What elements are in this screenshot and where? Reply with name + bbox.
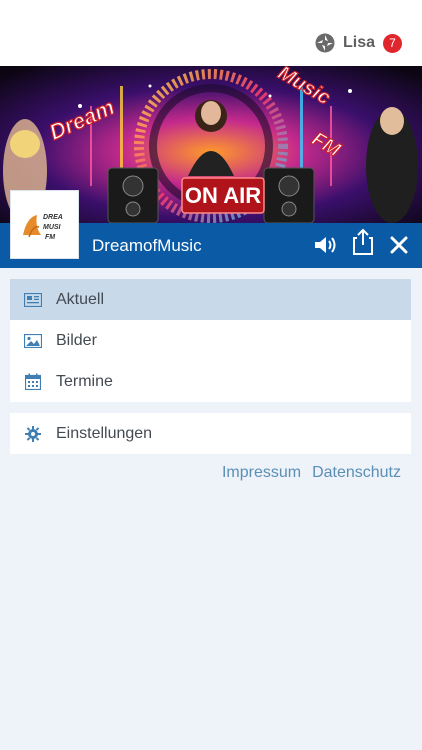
station-name: DreamofMusic — [92, 236, 202, 255]
settings-menu: Einstellungen — [10, 413, 411, 454]
gear-icon — [24, 425, 42, 443]
user-name: Lisa — [342, 34, 375, 51]
close-icon[interactable] — [385, 231, 413, 259]
impressum-link[interactable]: Impressum — [222, 464, 301, 482]
menu-item-label: Termine — [56, 372, 113, 390]
top-bar: Lisa 7 — [0, 0, 422, 66]
share-icon[interactable] — [349, 228, 377, 256]
newspaper-icon — [24, 291, 42, 309]
logo-line-1: DREA — [43, 214, 63, 221]
calendar-icon — [24, 373, 42, 391]
menu-item-termine[interactable]: Termine — [10, 361, 411, 402]
user-menu[interactable]: Lisa 7 — [315, 33, 402, 53]
menu-item-bilder[interactable]: Bilder — [10, 320, 411, 361]
footer-links: Impressum Datenschutz — [211, 464, 401, 482]
notification-badge: 7 — [383, 33, 402, 53]
datenschutz-link[interactable]: Datenschutz — [312, 464, 401, 482]
joomag-swirl-icon — [315, 33, 335, 53]
logo-line-3: FM — [45, 234, 55, 241]
image-icon — [24, 332, 42, 350]
on-air-text: ON AIR — [185, 183, 261, 208]
menu-item-label: Einstellungen — [56, 424, 153, 442]
volume-icon[interactable] — [312, 231, 340, 259]
menu-item-label: Aktuell — [56, 290, 105, 308]
menu-item-label: Bilder — [56, 331, 97, 349]
station-logo: DREA MUSI FM — [10, 190, 79, 259]
logo-line-2: MUSI — [43, 224, 62, 231]
menu-item-aktuell[interactable]: Aktuell — [10, 279, 411, 320]
menu-item-einstellungen[interactable]: Einstellungen — [10, 413, 411, 454]
main-menu: Aktuell Bilder Termine — [10, 279, 411, 402]
